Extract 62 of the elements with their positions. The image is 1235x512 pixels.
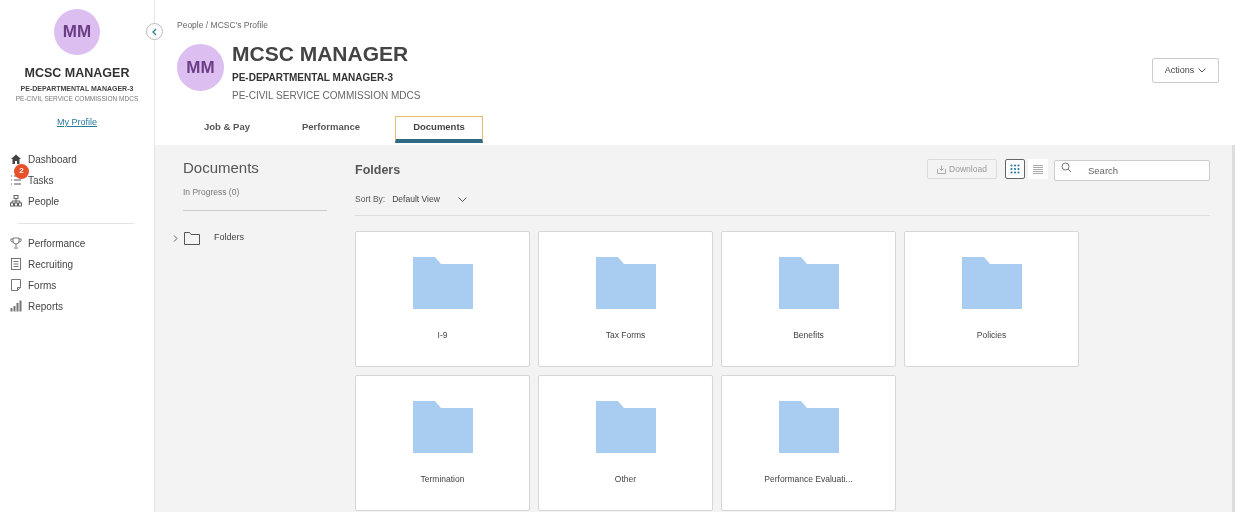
panel-title: Documents bbox=[183, 158, 260, 178]
avatar: MM bbox=[54, 9, 100, 55]
trophy-icon bbox=[10, 237, 22, 249]
folder-name: Benefits bbox=[793, 328, 824, 342]
folder-icon bbox=[778, 256, 839, 309]
breadcrumb: People / MCSC's Profile bbox=[177, 19, 269, 32]
folder-card[interactable]: Tax Forms bbox=[538, 230, 713, 367]
nav-item[interactable]: Performance bbox=[10, 235, 134, 251]
tab[interactable]: Job & Pay bbox=[175, 115, 279, 143]
grid-view-button[interactable] bbox=[1005, 159, 1025, 179]
user-name: MCSC MANAGER bbox=[24, 65, 130, 82]
notification-badge: 2 bbox=[14, 163, 29, 179]
chevron-left-icon bbox=[150, 27, 159, 36]
folder-icon bbox=[961, 256, 1022, 309]
search-icon bbox=[1061, 162, 1072, 173]
sort-label: Sort By: bbox=[355, 193, 386, 206]
folder-card[interactable]: I-9 bbox=[355, 230, 530, 367]
chevron-down-icon bbox=[457, 196, 467, 202]
folder-name: Tax Forms bbox=[605, 328, 646, 342]
folder-card[interactable]: Other bbox=[538, 374, 713, 511]
home-icon bbox=[10, 153, 22, 165]
profile-name: MCSC MANAGER bbox=[232, 40, 410, 67]
nav-item[interactable]: Reports bbox=[10, 298, 134, 314]
search-field[interactable]: Search bbox=[1054, 160, 1210, 181]
folder-icon bbox=[184, 231, 200, 245]
chart-icon bbox=[10, 300, 22, 312]
form-icon bbox=[10, 279, 22, 291]
actions-button[interactable]: Actions bbox=[1152, 58, 1219, 83]
grid-icon bbox=[1010, 164, 1020, 174]
nav-item[interactable]: Recruiting bbox=[10, 256, 134, 272]
nav-item[interactable]: People bbox=[0, 193, 154, 209]
folder-icon bbox=[595, 400, 656, 453]
chevron-down-icon bbox=[1198, 68, 1207, 73]
folder-icon bbox=[778, 400, 839, 453]
tasks-icon bbox=[10, 174, 22, 186]
list-icon bbox=[1033, 164, 1043, 174]
nav-item[interactable]: Forms bbox=[10, 277, 134, 293]
folder-name: Other bbox=[614, 472, 637, 486]
section-title: Folders bbox=[355, 161, 401, 179]
folder-icon bbox=[412, 256, 473, 309]
download-icon bbox=[937, 164, 947, 174]
folder-card[interactable]: Termination bbox=[355, 374, 530, 511]
folder-name: Termination bbox=[420, 472, 465, 486]
tree-item[interactable]: Folders bbox=[214, 231, 244, 245]
people-icon bbox=[10, 195, 22, 207]
folder-name: Policies bbox=[976, 328, 1007, 342]
profile-link[interactable]: My Profile bbox=[57, 116, 97, 130]
folder-icon bbox=[595, 256, 656, 309]
folder-card[interactable]: Benefits bbox=[721, 230, 896, 367]
folder-card[interactable]: Performance Evaluati... bbox=[721, 374, 896, 511]
folder-icon bbox=[412, 400, 473, 453]
in-progress-label: In Progress (0) bbox=[183, 185, 327, 212]
tab[interactable]: Performance bbox=[279, 115, 383, 143]
sort-dropdown[interactable]: Default View bbox=[392, 193, 467, 206]
folder-name: I-9 bbox=[437, 328, 448, 342]
profile-organization: PE-CIVIL SERVICE COMMISSION MDCS bbox=[232, 88, 421, 103]
list-icon bbox=[10, 258, 22, 270]
avatar: MM bbox=[177, 43, 224, 91]
chevron-right-icon[interactable] bbox=[173, 234, 178, 242]
folder-name: Performance Evaluati... bbox=[764, 472, 853, 486]
profile-title: PE-DEPARTMENTAL MANAGER-3 bbox=[232, 70, 395, 85]
folder-card[interactable]: Policies bbox=[904, 230, 1079, 367]
